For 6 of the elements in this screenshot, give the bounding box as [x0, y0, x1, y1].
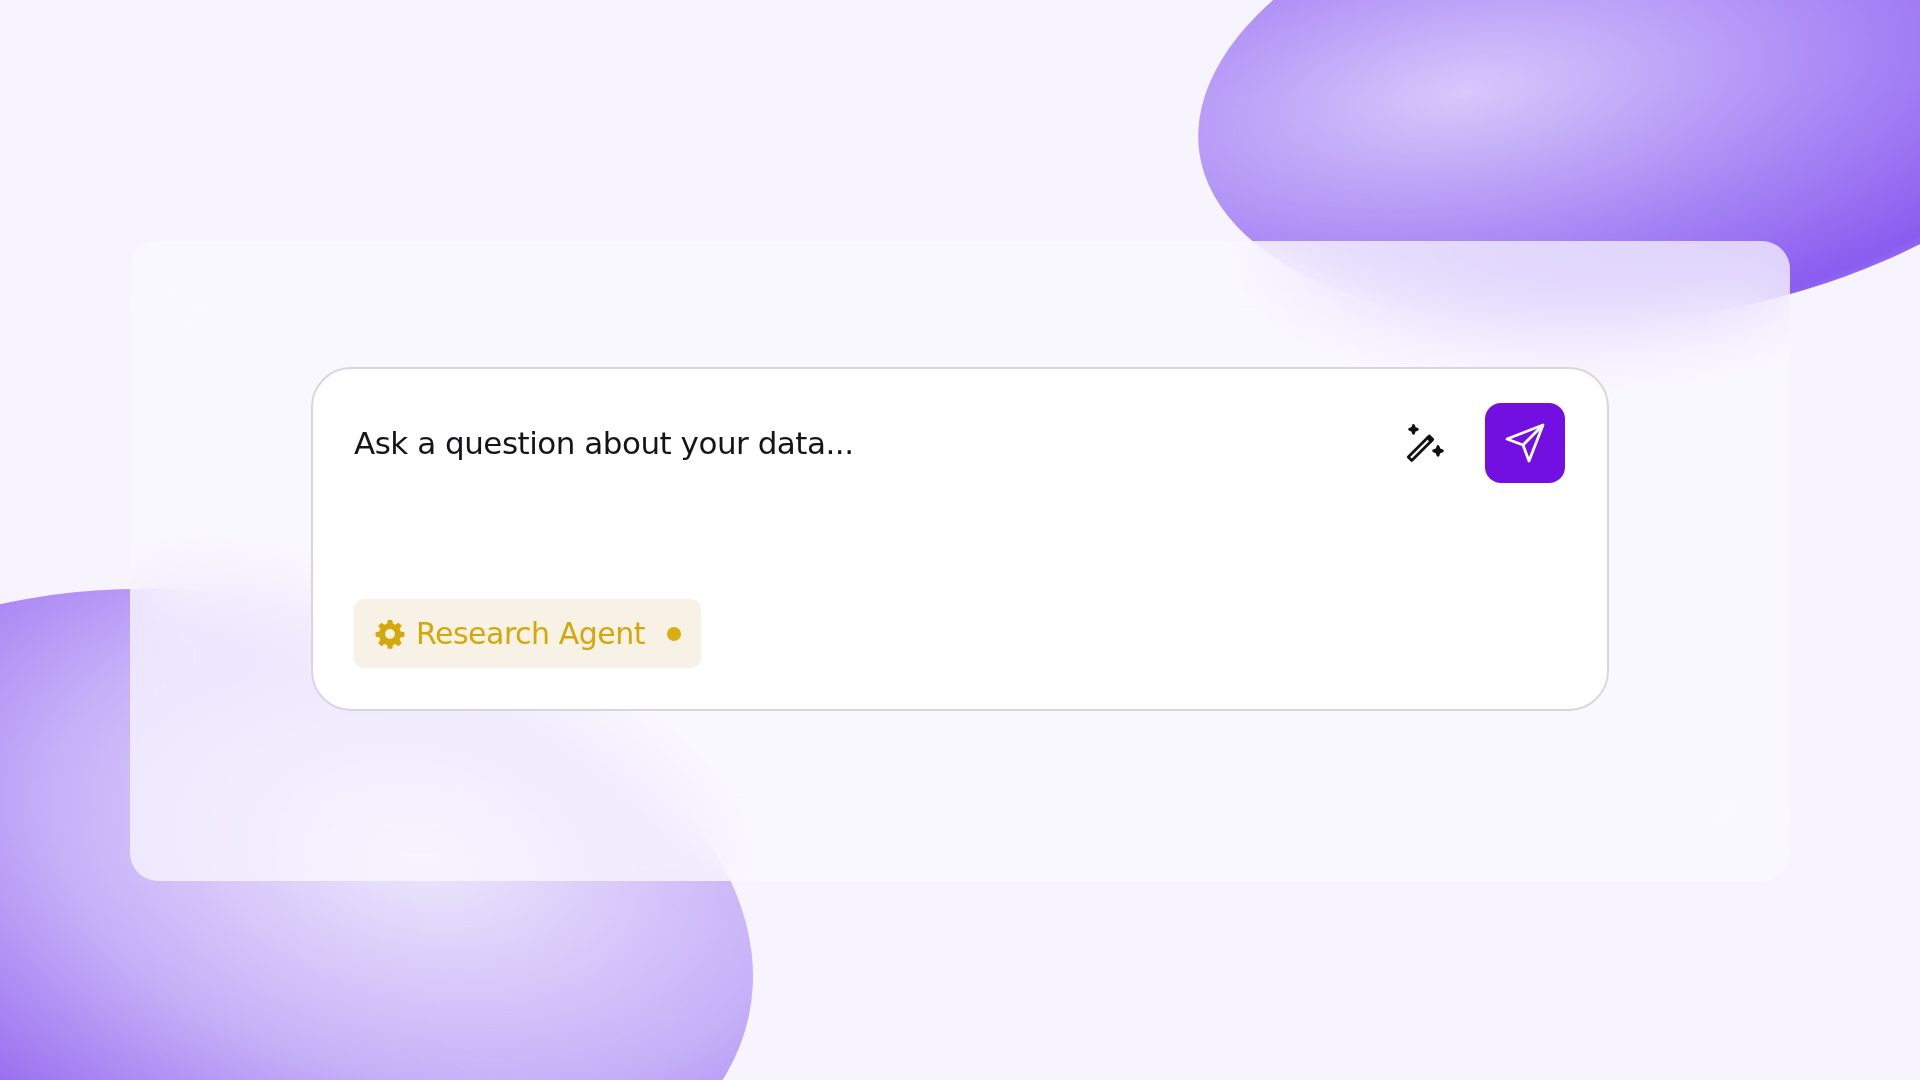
agent-chip[interactable]: Research Agent [354, 599, 701, 668]
status-dot [666, 626, 681, 641]
send-button[interactable] [1485, 403, 1565, 483]
gear-icon [374, 617, 406, 650]
question-input-field[interactable]: Ask a question about your data... [354, 419, 1363, 467]
prompt-box[interactable]: Ask a question about your data... Research Agent [311, 367, 1609, 711]
